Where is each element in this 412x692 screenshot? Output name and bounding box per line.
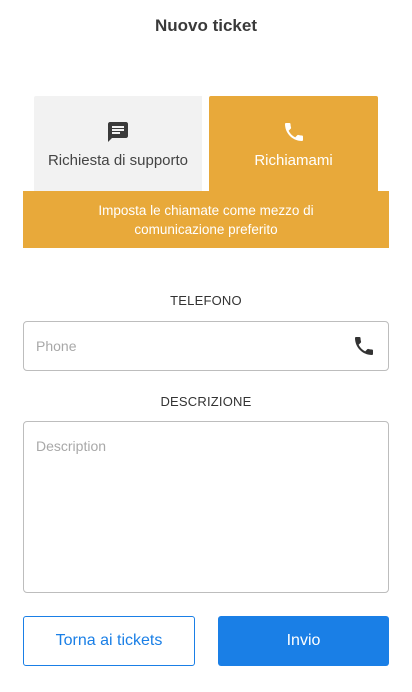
phone-label: TELEFONO [170,293,242,308]
description-label: DESCRIZIONE [160,394,252,409]
tab-support-request[interactable]: Richiesta di supporto [34,96,202,192]
phone-field[interactable] [23,321,389,371]
tab-callback-label: Richiamami [254,152,333,169]
info-banner: Imposta le chiamate come mezzo di comuni… [23,191,389,248]
send-button[interactable]: Invio [218,616,389,666]
page-title: Nuovo ticket [154,16,258,35]
phone-input[interactable] [36,322,336,370]
description-field[interactable] [23,421,389,593]
phone-icon [209,120,378,144]
tab-callback[interactable]: Richiamami [209,96,378,192]
back-to-tickets-button[interactable]: Torna ai tickets [23,616,195,666]
message-icon [34,120,202,144]
description-input[interactable] [36,438,376,584]
ticket-type-tabs: Richiesta di supporto Richiamami [34,96,378,192]
phone-icon [352,334,376,358]
tab-support-label: Richiesta di supporto [47,152,189,169]
